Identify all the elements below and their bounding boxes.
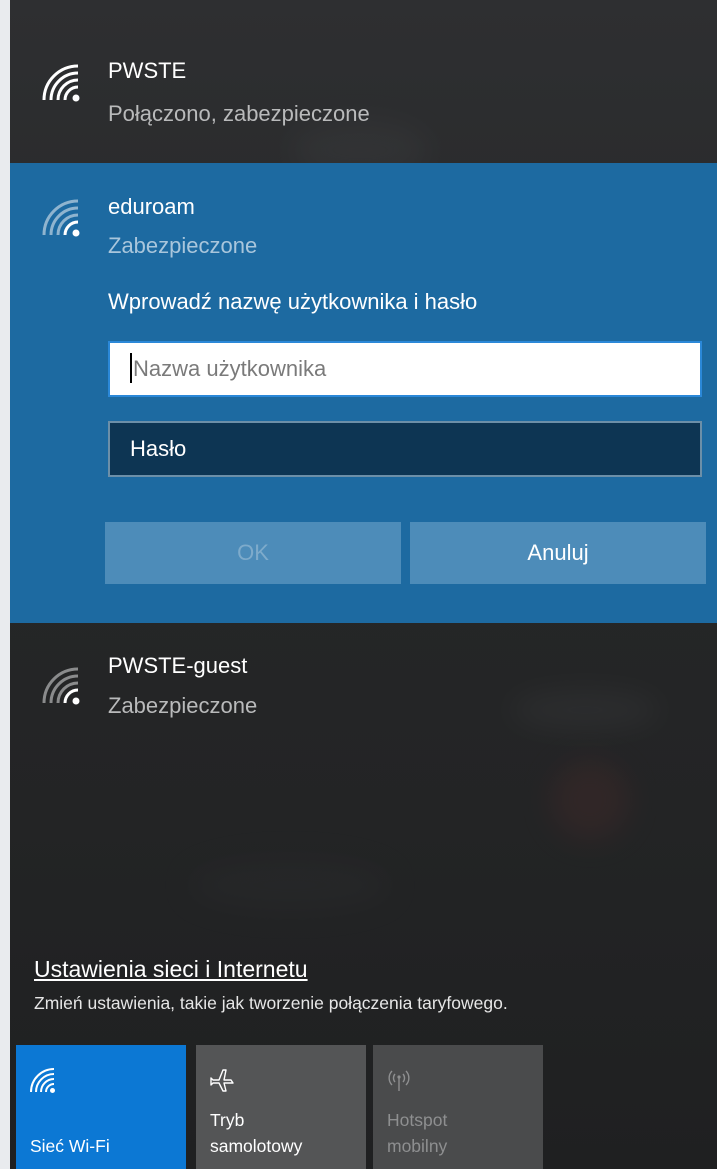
network-status: Zabezpieczone [108,693,258,718]
cancel-button[interactable]: Anuluj [410,522,706,584]
quick-action-label: Hotspot mobilny [387,1107,447,1159]
quick-action-label-line: Sieć Wi-Fi [30,1136,110,1156]
quick-action-wifi[interactable]: Sieć Wi-Fi [16,1045,186,1169]
ok-button-label: OK [237,540,269,565]
quick-action-label-line: mobilny [387,1136,448,1156]
password-placeholder: Hasło [130,436,187,461]
network-name: PWSTE [108,58,187,83]
wifi-icon [40,197,80,237]
credentials-prompt: Wprowadź nazwę użytkownika i hasło [108,289,478,314]
username-input[interactable]: Nazwa użytkownika [108,341,702,397]
quick-action-mobile-hotspot[interactable]: Hotspot mobilny [373,1045,543,1169]
network-settings-description: Zmień ustawienia, takie jak tworzenie po… [34,993,508,1013]
airplane-icon [209,1067,235,1093]
username-placeholder: Nazwa użytkownika [133,356,327,381]
network-settings-link[interactable]: Ustawienia sieci i Internetu [34,956,308,983]
quick-action-label-line: Tryb [210,1110,245,1130]
wifi-icon [29,1067,55,1093]
wifi-icon [40,62,80,102]
password-input[interactable]: Hasło [108,421,702,477]
quick-action-label-line: samolotowy [210,1136,303,1156]
network-status: Połączono, zabezpieczone [108,101,370,126]
quick-action-label: Tryb samolotowy [210,1107,302,1159]
quick-action-label: Sieć Wi-Fi [30,1133,110,1159]
wifi-icon [40,665,80,705]
network-name: PWSTE-guest [108,653,248,678]
text-caret [130,353,132,384]
network-flyout: PWSTE Połączono, zabezpieczone eduroam Z… [10,0,717,1169]
network-item-eduroam[interactable]: eduroam Zabezpieczone Wprowadź nazwę uży… [10,163,717,623]
quick-action-airplane-mode[interactable]: Tryb samolotowy [196,1045,366,1169]
network-status: Zabezpieczone [108,233,258,258]
network-item-pwste-guest[interactable]: PWSTE-guest Zabezpieczone [10,623,717,783]
ok-button[interactable]: OK [105,522,401,584]
cancel-button-label: Anuluj [527,540,589,565]
hotspot-icon [386,1067,412,1093]
network-item-pwste[interactable]: PWSTE Połączono, zabezpieczone [10,0,717,163]
network-name: eduroam [108,194,195,219]
quick-action-label-line: Hotspot [387,1110,448,1130]
